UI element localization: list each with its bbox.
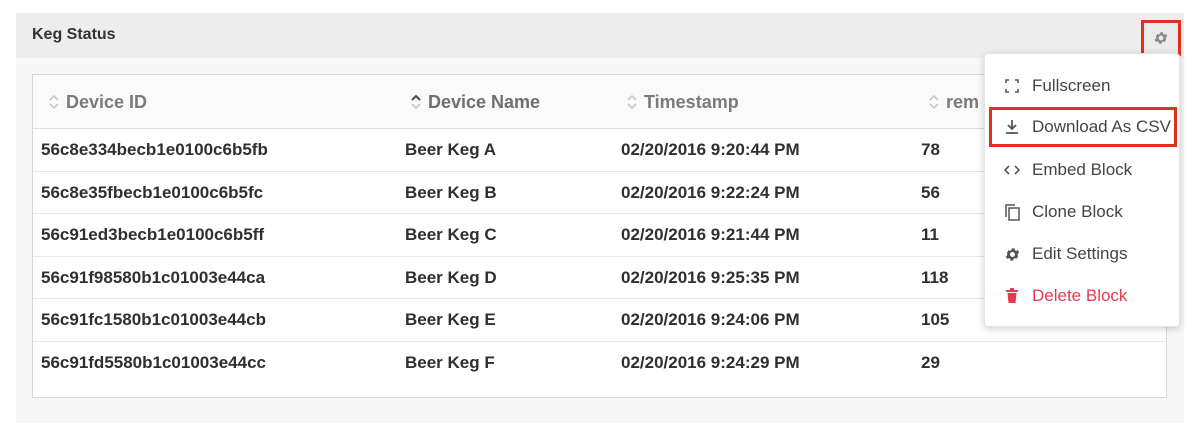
cell-device-name: Beer Keg D <box>405 267 497 287</box>
cell-device-id: 56c91fd5580b1c01003e44cc <box>41 352 266 372</box>
sort-icon <box>929 94 939 110</box>
menu-item-delete-block[interactable]: Delete Block <box>989 276 1177 316</box>
menu-item-fullscreen[interactable]: Fullscreen <box>989 66 1177 106</box>
column-header-device-name[interactable]: Device Name <box>409 75 540 129</box>
trash-icon <box>1003 287 1021 305</box>
column-header-device-id[interactable]: Device ID <box>47 75 147 129</box>
cell-timestamp: 02/20/2016 9:25:35 PM <box>621 267 800 287</box>
panel-title: Keg Status <box>32 26 116 43</box>
table-row: 56c91fd5580b1c01003e44cc Beer Keg F 02/2… <box>33 342 1166 385</box>
cell-timestamp: 02/20/2016 9:20:44 PM <box>621 140 800 159</box>
sort-icon <box>49 94 59 110</box>
cell-device-name: Beer Keg A <box>405 140 497 159</box>
cell-rem: 56 <box>921 182 940 202</box>
cell-device-name: Beer Keg F <box>405 352 495 372</box>
fullscreen-icon <box>1003 77 1021 95</box>
cell-timestamp: 02/20/2016 9:21:44 PM <box>621 225 800 244</box>
cell-device-name: Beer Keg E <box>405 310 496 329</box>
cell-rem: 29 <box>921 352 940 372</box>
cell-timestamp: 02/20/2016 9:24:06 PM <box>621 310 800 329</box>
copy-icon <box>1003 203 1021 221</box>
cell-device-id: 56c8e334becb1e0100c6b5fb <box>41 140 268 159</box>
panel-header: Keg Status <box>16 13 1184 58</box>
block-settings-button[interactable] <box>1141 20 1181 56</box>
column-header-timestamp[interactable]: Timestamp <box>625 75 739 129</box>
menu-item-edit-settings[interactable]: Edit Settings <box>989 234 1177 274</box>
menu-item-embed-block[interactable]: Embed Block <box>989 150 1177 190</box>
gear-icon <box>1154 32 1168 44</box>
cell-rem: 78 <box>921 140 940 159</box>
cell-rem: 11 <box>921 225 939 244</box>
column-header-rem[interactable]: rem <box>927 75 979 129</box>
menu-item-download-csv[interactable]: Download As CSV <box>989 107 1177 147</box>
gear-icon <box>1003 245 1021 263</box>
menu-item-clone-block[interactable]: Clone Block <box>989 192 1177 232</box>
cell-device-id: 56c91fc1580b1c01003e44cb <box>41 310 266 329</box>
cell-rem: 118 <box>921 267 949 287</box>
download-icon <box>1003 118 1021 136</box>
sort-ascending-icon <box>411 94 421 110</box>
cell-device-name: Beer Keg B <box>405 182 497 202</box>
cell-device-id: 56c91ed3becb1e0100c6b5ff <box>41 225 265 244</box>
cell-device-name: Beer Keg C <box>405 225 497 244</box>
sort-icon <box>627 94 637 110</box>
code-icon <box>1003 161 1021 179</box>
cell-rem: 105 <box>921 310 950 329</box>
cell-timestamp: 02/20/2016 9:22:24 PM <box>621 182 800 202</box>
cell-timestamp: 02/20/2016 9:24:29 PM <box>621 352 800 372</box>
cell-device-id: 56c91f98580b1c01003e44ca <box>41 267 266 287</box>
block-options-menu: Fullscreen Download As CSV Embed Block C… <box>984 53 1180 327</box>
cell-device-id: 56c8e35fbecb1e0100c6b5fc <box>41 182 264 202</box>
